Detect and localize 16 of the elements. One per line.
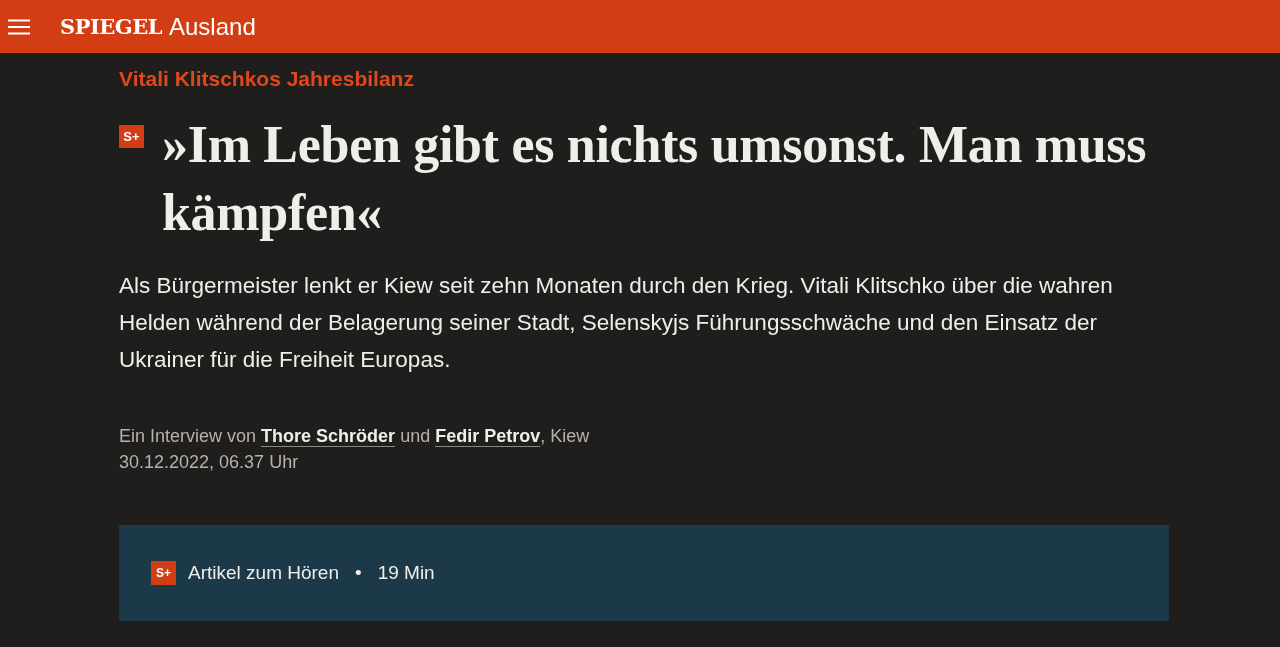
audio-banner[interactable]: S+ Artikel zum Hören • 19 Min bbox=[119, 525, 1169, 621]
article-headline: »Im Leben gibt es nichts umsonst. Man muss kämpfen« bbox=[162, 115, 1148, 243]
article-kicker: Vitali Klitschkos Jahresbilanz bbox=[119, 67, 414, 91]
byline: Ein Interview von Thore Schröder und Fedir Petrov, Kiew bbox=[119, 426, 590, 447]
author-link[interactable]: Fedir Petrov bbox=[435, 426, 541, 447]
publish-date: 30.12.2022, 06.37 Uhr bbox=[119, 452, 299, 473]
audio-label: Artikel zum Hören bbox=[188, 562, 339, 584]
article-lead: Als Bürgermeister lenkt er Kiew seit zehn Monaten durch den Krieg. Vitali Klitschko über die wahren Helden während der Belagerung seiner Stadt, Selenskyjs Führungsschwäche und den Einsatz der Ukrainer für die Freiheit Europas. bbox=[119, 272, 1114, 374]
author-link[interactable]: Thore Schröder bbox=[261, 426, 396, 447]
plus-badge: S+ bbox=[151, 561, 176, 585]
section-title[interactable]: Ausland bbox=[169, 12, 256, 41]
brand-logo[interactable]: SPIEGEL bbox=[60, 14, 162, 39]
menu-icon[interactable] bbox=[8, 18, 30, 35]
separator-dot: • bbox=[355, 562, 362, 584]
plus-badge: S+ bbox=[119, 125, 144, 148]
audio-duration: 19 Min bbox=[377, 562, 435, 584]
